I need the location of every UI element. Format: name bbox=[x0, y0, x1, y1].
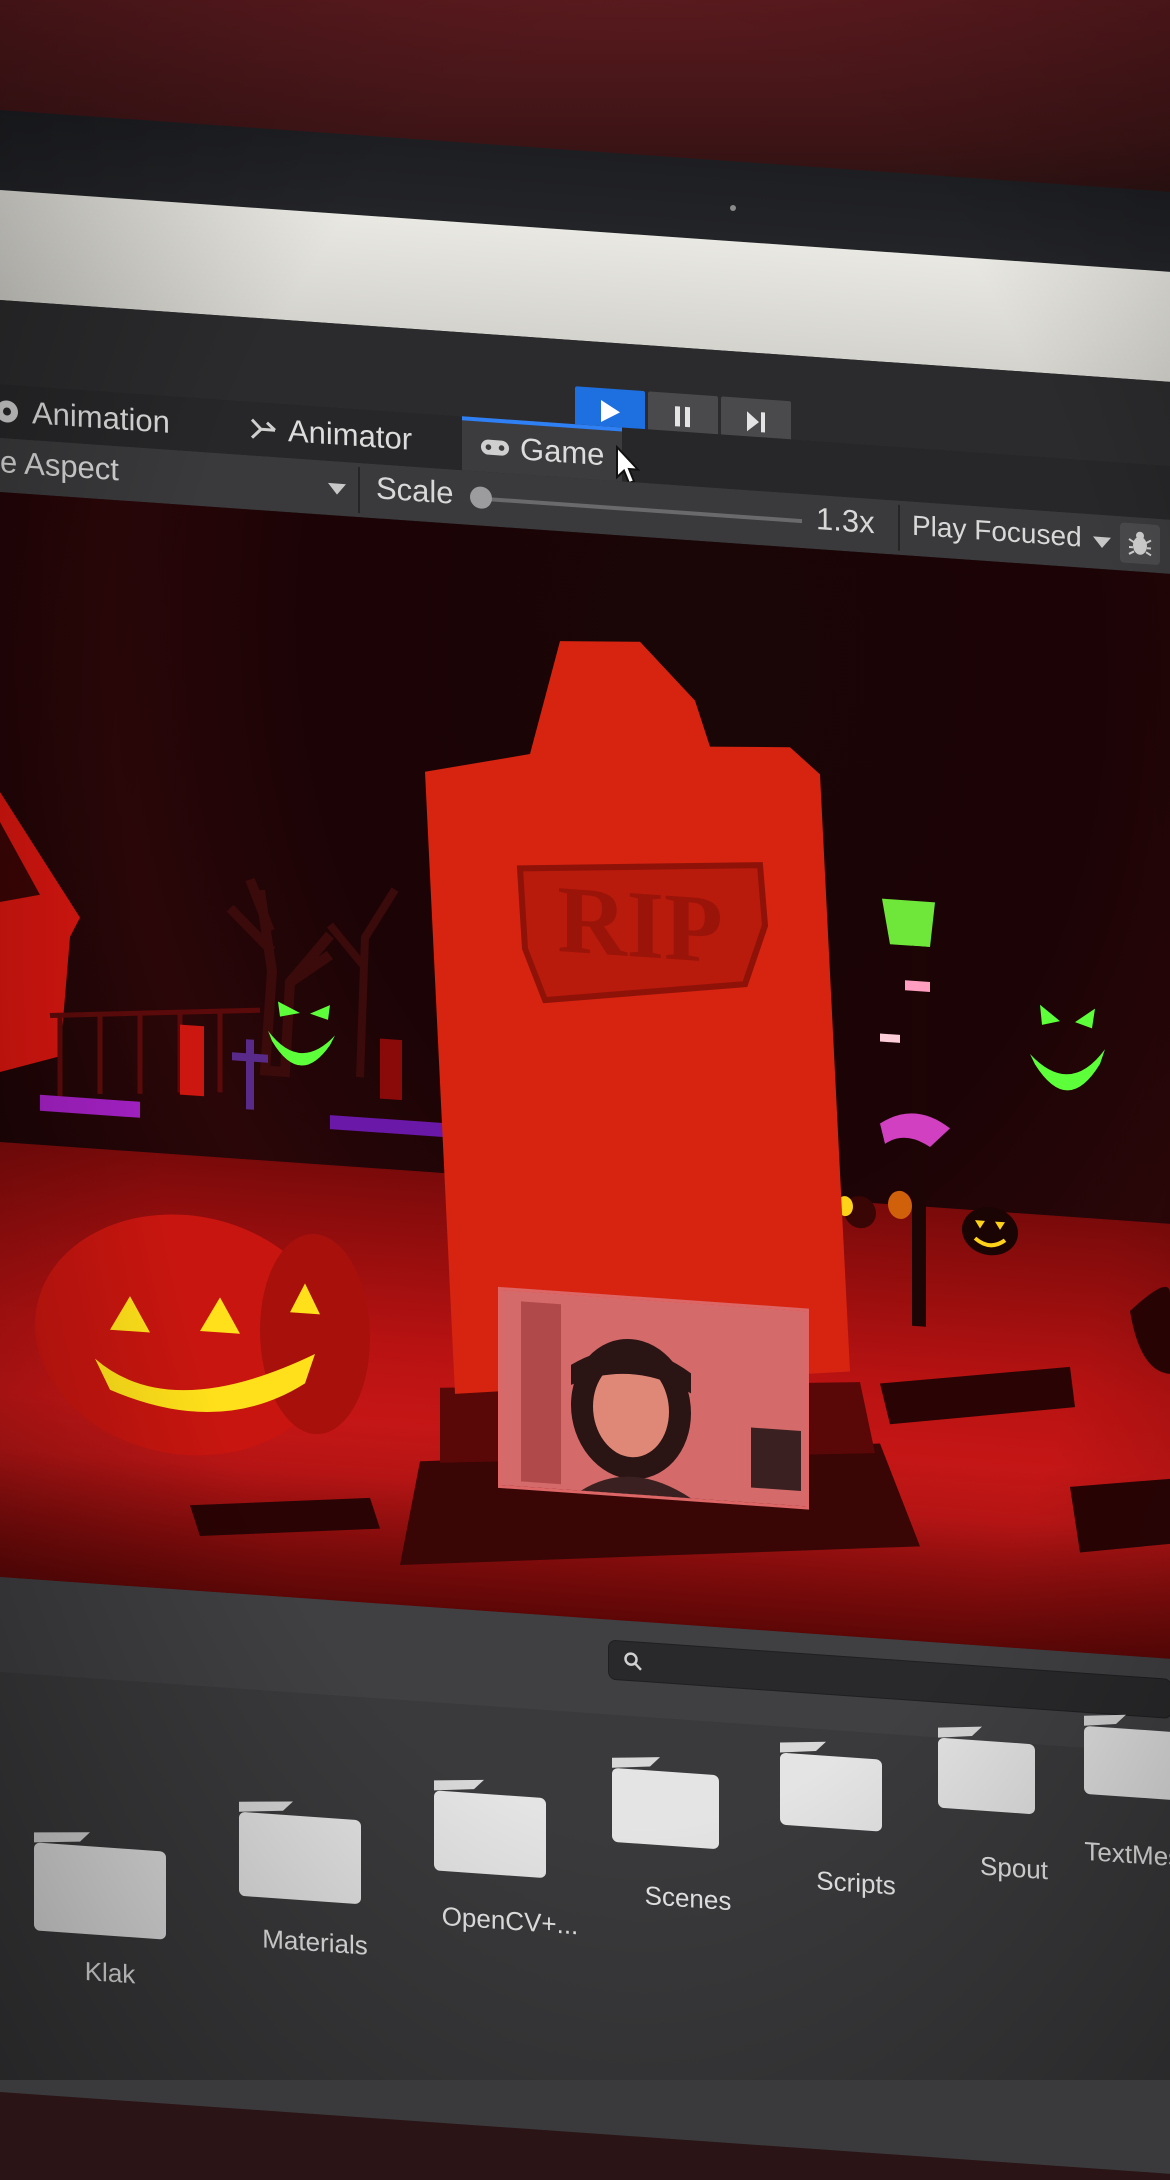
street-lamp bbox=[880, 898, 950, 1327]
graveyard-fence bbox=[49, 1007, 261, 1097]
step-icon bbox=[747, 411, 765, 433]
webcam-feed bbox=[498, 1286, 809, 1510]
play-icon bbox=[601, 400, 620, 423]
webcam-person bbox=[501, 1290, 806, 1507]
gamepad-icon bbox=[480, 432, 510, 464]
purple-grave-glow bbox=[330, 1115, 450, 1138]
grave-slab bbox=[190, 1497, 380, 1536]
distant-pumpkins bbox=[837, 1190, 1018, 1256]
unity-editor-screen: Animation Animator Game e Aspect Scale 1… bbox=[0, 190, 1170, 2174]
animation-icon bbox=[0, 395, 22, 427]
grave-slab bbox=[1130, 1286, 1170, 1374]
aspect-dropdown[interactable]: e Aspect bbox=[0, 444, 119, 488]
folder-icon bbox=[434, 1779, 546, 1878]
scale-slider[interactable] bbox=[480, 496, 802, 524]
ghost-face-left bbox=[268, 1001, 335, 1066]
project-browser: Klak Materials OpenCV+... Scenes Scripts… bbox=[0, 1672, 1170, 2174]
folder-icon bbox=[780, 1741, 882, 1832]
animator-icon bbox=[248, 413, 278, 445]
small-grave bbox=[380, 1038, 402, 1101]
purple-grave-glow bbox=[40, 1094, 140, 1118]
jack-o-lantern bbox=[35, 1214, 370, 1456]
ghost-face-right bbox=[1030, 1004, 1105, 1091]
folder-icon bbox=[34, 1832, 166, 1940]
scale-value: 1.3x bbox=[816, 501, 875, 541]
folder-textmesh[interactable]: TextMesh bbox=[1080, 1708, 1170, 1889]
folder-opencv[interactable]: OpenCV+... bbox=[430, 1772, 590, 1953]
separator bbox=[358, 467, 360, 514]
folder-label: Klak bbox=[84, 1955, 136, 1990]
tab-label: Animation bbox=[32, 395, 170, 440]
folder-icon bbox=[1084, 1714, 1170, 1801]
search-icon bbox=[624, 1652, 642, 1671]
game-viewport[interactable]: RIP bbox=[0, 492, 1170, 1659]
separator bbox=[898, 504, 900, 551]
house-shape bbox=[0, 792, 80, 1072]
small-grave bbox=[180, 1024, 204, 1097]
pause-icon bbox=[675, 406, 690, 428]
folder-scripts[interactable]: Scripts bbox=[776, 1734, 936, 1915]
folder-icon bbox=[612, 1757, 719, 1849]
play-mode-dropdown[interactable]: Play Focused bbox=[912, 510, 1082, 554]
tab-label: Animator bbox=[288, 413, 413, 457]
stats-toggle[interactable] bbox=[1120, 522, 1160, 566]
aspect-dropdown-arrow-icon[interactable] bbox=[328, 482, 346, 496]
scale-label: Scale bbox=[376, 470, 454, 511]
tab-label: Game bbox=[520, 431, 605, 473]
folder-icon bbox=[938, 1726, 1035, 1814]
grave-slab bbox=[880, 1366, 1075, 1425]
folder-klak[interactable]: Klak bbox=[30, 1824, 190, 2005]
folder-materials[interactable]: Materials bbox=[235, 1793, 395, 1974]
folder-spout[interactable]: Spout bbox=[934, 1719, 1094, 1900]
play-mode-dropdown-arrow-icon[interactable] bbox=[1093, 536, 1111, 549]
bug-icon bbox=[1128, 531, 1152, 557]
folder-icon bbox=[239, 1801, 361, 1904]
webcam-lens bbox=[730, 205, 736, 211]
scale-slider-handle[interactable] bbox=[470, 485, 492, 510]
rip-engraving: RIP bbox=[557, 865, 722, 983]
folder-scenes[interactable]: Scenes bbox=[608, 1750, 768, 1931]
grave-slab bbox=[1070, 1478, 1170, 1553]
